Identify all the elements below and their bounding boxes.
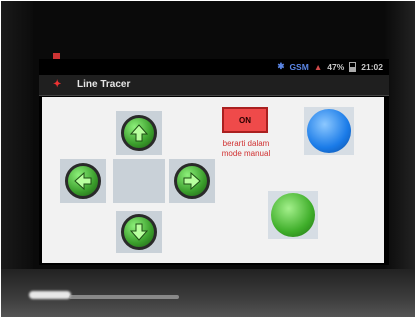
arrow-left-icon <box>65 163 101 199</box>
mode-caption-line1: berarti dalam <box>222 139 270 148</box>
on-toggle-button[interactable]: ON <box>222 107 268 133</box>
mode-caption-line2: mode manual <box>221 149 271 158</box>
arrow-down-icon <box>121 214 157 250</box>
battery-icon <box>349 61 357 72</box>
light-reflection <box>29 291 71 299</box>
blue-round-button[interactable] <box>307 109 351 153</box>
device-screen: ✱ GSM ▲ 47% 21:02 ✦ Line Tracer ON berar… <box>39 53 389 265</box>
app-title-bar: ✦ Line Tracer <box>39 75 389 96</box>
notification-icon <box>53 53 60 59</box>
network-label: GSM <box>289 61 309 72</box>
arrow-up-icon <box>121 115 157 151</box>
status-indicators: ✱ GSM ▲ 47% 21:02 <box>277 61 383 72</box>
signal-alert-icon: ▲ <box>313 61 323 72</box>
app-title: Line Tracer <box>77 79 131 90</box>
dpad-center <box>113 159 165 203</box>
on-toggle-label: ON <box>239 115 251 125</box>
right-button[interactable] <box>169 159 215 203</box>
green-round-button[interactable] <box>271 193 315 237</box>
bluetooth-icon: ✱ <box>277 61 285 71</box>
battery-percent: 47% <box>327 61 345 72</box>
up-button[interactable] <box>116 111 162 155</box>
arrow-right-icon <box>174 163 210 199</box>
down-button[interactable] <box>116 211 162 253</box>
left-button[interactable] <box>60 159 106 203</box>
photo-frame: ✱ GSM ▲ 47% 21:02 ✦ Line Tracer ON berar… <box>1 1 415 317</box>
status-bar: ✱ GSM ▲ 47% 21:02 <box>39 53 389 75</box>
mode-caption: berarti dalam mode manual <box>210 139 282 159</box>
light-reflection <box>69 295 179 299</box>
control-panel: ON berarti dalam mode manual <box>42 97 384 263</box>
clock: 21:02 <box>361 61 383 72</box>
app-logo-icon: ✦ <box>53 79 62 90</box>
